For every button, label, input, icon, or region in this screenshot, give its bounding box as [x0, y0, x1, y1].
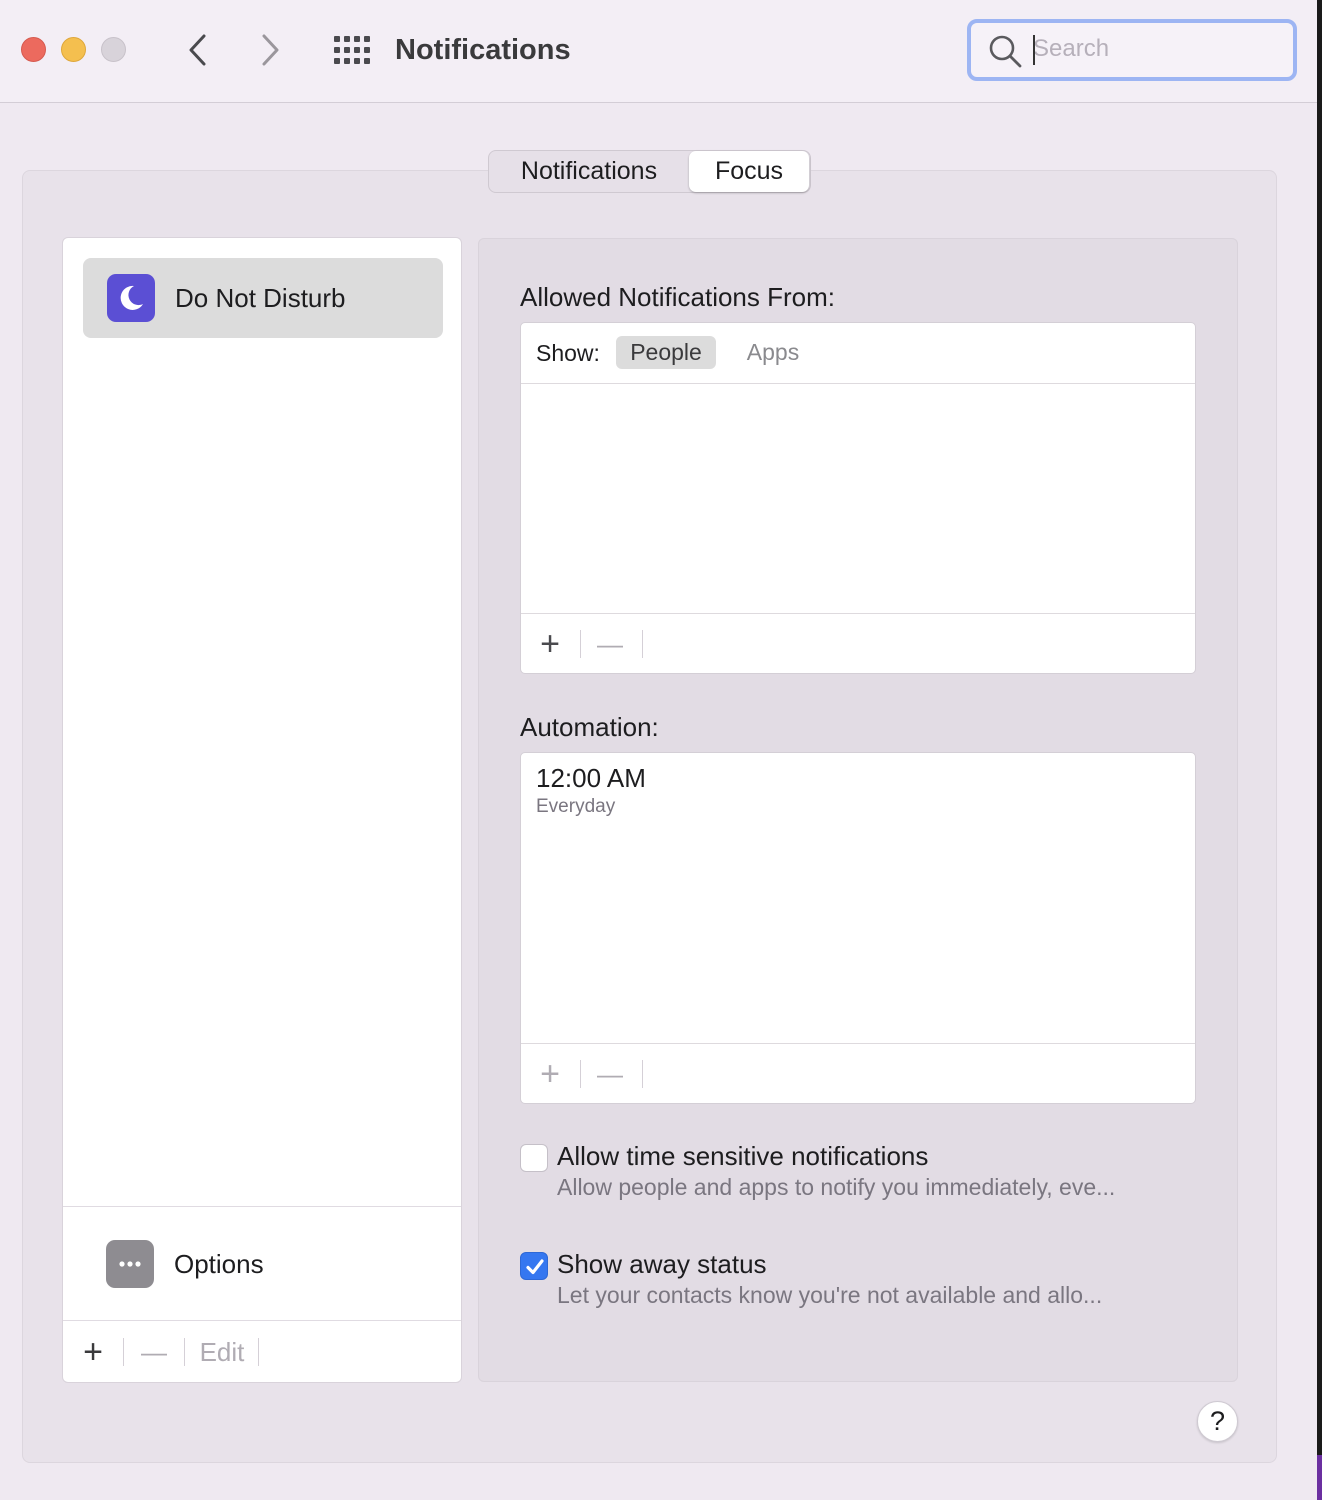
automation-toolbar: + — — [521, 1044, 1195, 1104]
back-button[interactable] — [178, 30, 218, 70]
away-status-description: Let your contacts know you're not availa… — [557, 1282, 1103, 1308]
tab-notifications[interactable]: Notifications — [489, 151, 689, 192]
time-sensitive-title: Allow time sensitive notifications — [557, 1141, 929, 1171]
system-preferences-window: Notifications Notifications Focus Do Not… — [0, 0, 1317, 1500]
toolbar-separator — [642, 1060, 643, 1088]
chevron-left-icon — [189, 34, 206, 66]
text-caret — [1033, 35, 1035, 65]
edit-focus-button[interactable]: Edit — [193, 1322, 251, 1382]
toolbar-separator — [184, 1338, 185, 1366]
show-all-button[interactable] — [333, 35, 371, 65]
options-label: Options — [174, 1249, 264, 1279]
toolbar-separator — [258, 1338, 259, 1366]
automation-heading: Automation: — [520, 712, 659, 742]
tab-focus[interactable]: Focus — [689, 151, 809, 192]
divider — [521, 383, 1195, 384]
options-row[interactable]: Options — [63, 1208, 461, 1320]
add-automation-button[interactable]: + — [533, 1044, 567, 1104]
ellipsis-icon — [106, 1240, 154, 1288]
tab-control: Notifications Focus — [488, 150, 811, 193]
away-status-checkbox[interactable] — [520, 1252, 548, 1280]
search-icon — [989, 35, 1022, 68]
checkmark-icon — [526, 1259, 544, 1275]
chevron-right-icon — [262, 34, 279, 66]
title-bar: Notifications — [0, 0, 1317, 103]
time-sensitive-description: Allow people and apps to notify you imme… — [557, 1174, 1116, 1200]
remove-automation-button[interactable]: — — [593, 1044, 627, 1104]
allowed-heading: Allowed Notifications From: — [520, 282, 835, 312]
toolbar-separator — [580, 630, 581, 658]
add-focus-button[interactable]: + — [75, 1322, 111, 1382]
toolbar-separator — [580, 1060, 581, 1088]
grid-icon — [334, 36, 370, 64]
desktop-background — [1317, 1455, 1322, 1500]
divider — [63, 1320, 461, 1321]
allowed-list: Show: People Apps + — — [520, 322, 1196, 674]
zoom-window-button[interactable] — [101, 37, 126, 62]
remove-allowed-button[interactable]: — — [593, 614, 627, 674]
divider — [63, 1206, 461, 1207]
filter-apps[interactable]: Apps — [734, 336, 812, 369]
allowed-toolbar: + — — [521, 614, 1195, 674]
focus-detail-panel: Allowed Notifications From: Show: People… — [478, 238, 1238, 1382]
automation-repeat: Everyday — [536, 796, 616, 817]
close-window-button[interactable] — [21, 37, 46, 62]
toolbar-separator — [642, 630, 643, 658]
automation-list: 12:00 AM Everyday + — — [520, 752, 1196, 1104]
time-sensitive-checkbox[interactable] — [520, 1144, 548, 1172]
forward-button[interactable] — [251, 30, 291, 70]
help-button[interactable]: ? — [1197, 1401, 1238, 1442]
moon-icon — [107, 274, 155, 322]
focus-item-do-not-disturb[interactable]: Do Not Disturb — [83, 258, 443, 338]
away-status-title: Show away status — [557, 1249, 767, 1279]
focus-list: Do Not Disturb Options + — Edit — [62, 237, 462, 1383]
automation-item[interactable]: 12:00 AM Everyday — [521, 753, 1195, 825]
remove-focus-button[interactable]: — — [136, 1322, 172, 1382]
window-title: Notifications — [395, 34, 571, 66]
minimize-window-button[interactable] — [61, 37, 86, 62]
search-input[interactable] — [1033, 31, 1273, 67]
focus-item-label: Do Not Disturb — [175, 283, 346, 313]
focus-list-toolbar: + — Edit — [63, 1322, 461, 1382]
window-edge — [1317, 0, 1322, 1500]
filter-people[interactable]: People — [616, 336, 716, 369]
search-field[interactable] — [967, 19, 1297, 81]
toolbar-separator — [123, 1338, 124, 1366]
automation-time: 12:00 AM — [536, 763, 646, 793]
show-label: Show: — [536, 340, 600, 366]
add-allowed-button[interactable]: + — [533, 614, 567, 674]
